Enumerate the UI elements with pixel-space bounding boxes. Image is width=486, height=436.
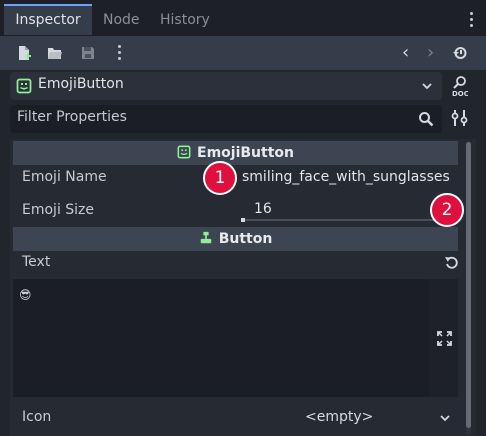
tab-node[interactable]: Node [103,5,140,35]
forward-icon[interactable]: › [427,44,434,62]
section-emojibutton[interactable]: EmojiButton [13,141,458,165]
chevron-down-icon [422,83,432,90]
callout-badge-2: 2 [430,193,464,227]
new-resource-icon[interactable] [16,45,32,61]
inspector-toolbar: ‹ › [0,36,486,70]
scrollbar-thumb[interactable] [466,142,471,428]
history-icon[interactable] [452,45,468,61]
dock-menu-icon[interactable] [470,12,474,28]
custom-button-icon [177,145,191,159]
tab-inspector[interactable]: Inspector [4,4,92,35]
section-title: Button [218,231,273,247]
dock-tab-bar: Inspector Node History [0,0,486,38]
property-label-emoji-size: Emoji Size [22,202,95,218]
object-name: EmojiButton [38,76,124,92]
tab-history[interactable]: History [160,5,210,35]
icon-value[interactable]: <empty> [305,409,373,425]
emoji-size-spinbox[interactable]: 16 [238,198,443,223]
chevron-down-icon[interactable] [439,412,451,424]
open-folder-icon[interactable] [47,45,63,61]
filter-properties-input[interactable]: Filter Properties [10,105,442,133]
button-icon [200,231,211,244]
text-value: 😎 [19,288,32,302]
save-icon[interactable] [80,45,96,61]
filter-placeholder: Filter Properties [17,109,127,125]
section-button[interactable]: Button [13,227,458,251]
emoji-size-value: 16 [254,201,272,217]
text-property-editor[interactable]: 😎 [13,279,430,397]
slider-grabber[interactable] [241,218,245,222]
custom-button-icon [16,78,32,94]
search-icon [419,112,434,127]
object-selector[interactable]: EmojiButton [10,72,442,100]
emoji-name-value: smiling_face_with_sunglasses [242,169,450,185]
revert-icon[interactable] [444,255,460,271]
property-label-emoji-name: Emoji Name [22,169,107,185]
expand-icon[interactable] [437,331,452,346]
callout-badge-1: 1 [203,161,237,195]
property-label-icon: Icon [22,409,52,425]
property-label-text: Text [22,254,51,270]
tools-icon[interactable] [451,108,469,128]
slider-track [241,219,440,221]
section-title: EmojiButton [197,145,294,161]
resource-options-icon[interactable] [118,45,122,61]
back-icon[interactable]: ‹ [402,44,409,62]
emoji-name-field[interactable]: smiling_face_with_sunglasses [237,165,450,192]
svg-text:DOC: DOC [452,90,468,98]
doc-icon[interactable]: DOC [452,74,468,98]
